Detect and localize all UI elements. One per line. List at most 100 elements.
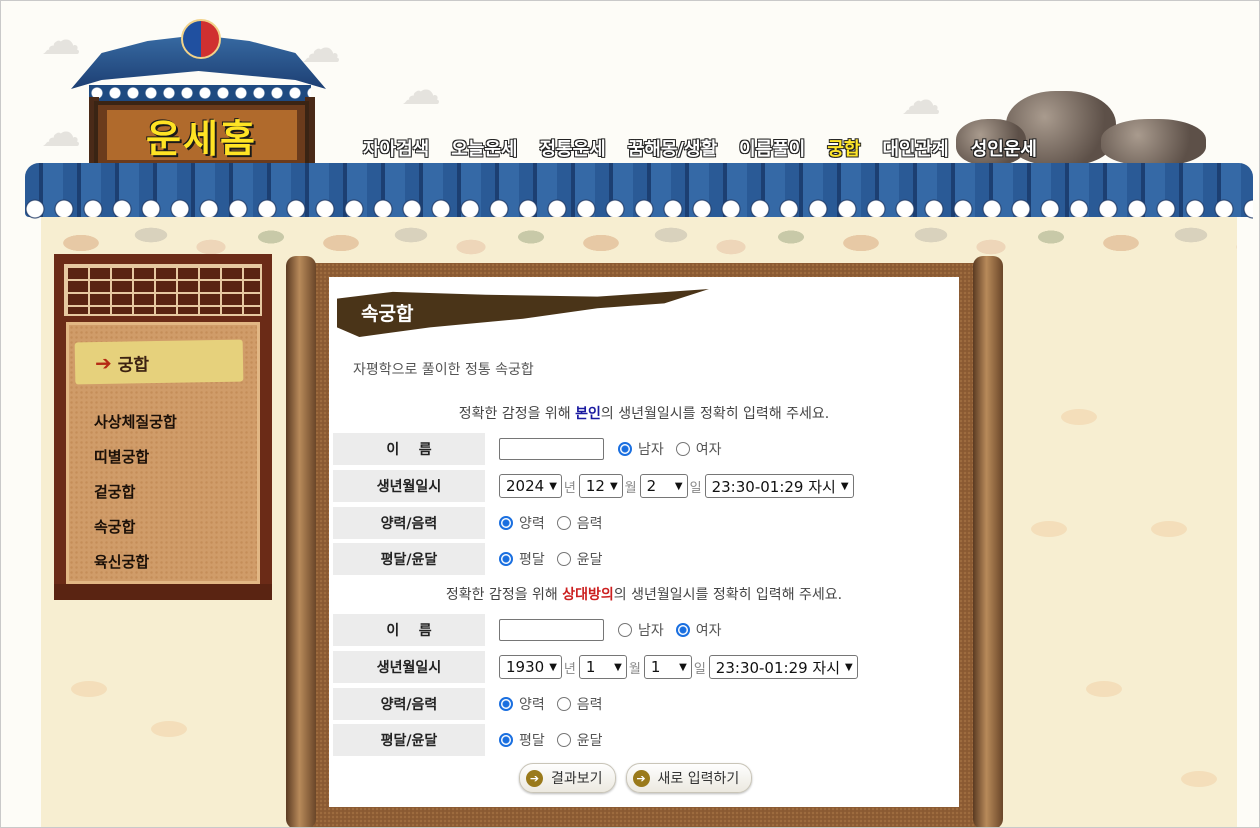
partner-lunar-option[interactable]: 음력 xyxy=(556,694,603,714)
self-birth-row: 생년월일시 2024 ▼ 년 12 ▼ 월 2 ▼ 일 23:30-01:29 자시 ▼ xyxy=(333,470,959,502)
option-label: 평달 xyxy=(519,733,545,749)
sidebar-title: 궁합 xyxy=(117,354,150,376)
page-frame: ☁ ☁ ☁ ☁ ☁ 운세홈 자아검색 오늘운세 정통운세 꿈해몽/생활 이름풀이… xyxy=(0,0,1260,828)
radio-button[interactable] xyxy=(556,733,571,747)
cloud-decoration: ☁ xyxy=(301,26,341,72)
radio-button[interactable] xyxy=(675,623,690,637)
wall-spot xyxy=(1061,409,1097,425)
reset-button[interactable]: ➔ 새로 입력하기 xyxy=(625,763,753,793)
nav-item-compatibility[interactable]: 궁합 xyxy=(827,135,860,161)
chevron-down-icon: ▼ xyxy=(549,661,557,673)
day-unit: 일 xyxy=(693,661,706,677)
arrow-right-icon: ➔ xyxy=(632,769,650,787)
select-value: 1 xyxy=(585,658,596,676)
nav-item-name[interactable]: 이름풀이 xyxy=(739,135,805,161)
option-label: 여자 xyxy=(695,623,722,639)
option-label: 남자 xyxy=(638,442,664,458)
nav-item-dream[interactable]: 꿈해몽/생활 xyxy=(628,135,717,161)
wall-spot xyxy=(1151,521,1187,537)
option-label: 평달 xyxy=(519,552,545,568)
radio-button[interactable] xyxy=(499,552,513,566)
nav-item-adult[interactable]: 성인운세 xyxy=(971,135,1037,161)
option-label: 남자 xyxy=(638,623,664,639)
sidebar: ➔ 궁합 사상체질궁합 띠별궁합 겉궁합 속궁합 육신궁합 xyxy=(54,254,272,600)
sidebar-bottom xyxy=(54,584,272,600)
cloud-decoration: ☁ xyxy=(41,110,81,156)
arrow-right-icon: ➔ xyxy=(526,769,543,787)
notice-text: 정확한 감정을 위해 xyxy=(445,587,563,603)
partner-gender-male[interactable]: 남자 xyxy=(618,620,664,640)
month-unit: 월 xyxy=(624,480,637,496)
self-name-row: 이 름 남자 여자 xyxy=(333,433,959,465)
radio-button[interactable] xyxy=(675,442,690,456)
nav-item-traditional[interactable]: 정통운세 xyxy=(540,135,606,161)
sidebar-item-zodiac[interactable]: 띠별궁합 xyxy=(94,440,177,475)
wall-spot xyxy=(1086,681,1122,697)
self-hour-select[interactable]: 23:30-01:29 자시 ▼ xyxy=(704,474,854,498)
logo[interactable]: 운세홈 xyxy=(94,101,309,169)
notice-text: 의 생년월일시를 정확히 입력해 주세요. xyxy=(600,406,830,422)
radio-button[interactable] xyxy=(556,516,571,530)
self-normal-month-option[interactable]: 평달 xyxy=(499,549,545,569)
self-gender-female[interactable]: 여자 xyxy=(675,439,722,459)
nav-item-today[interactable]: 오늘운세 xyxy=(451,135,517,161)
self-lunar-option[interactable]: 음력 xyxy=(556,513,603,533)
year-unit: 년 xyxy=(563,480,576,496)
self-name-input[interactable] xyxy=(499,438,604,460)
roof-edge xyxy=(25,197,1253,219)
partner-gender-female[interactable]: 여자 xyxy=(675,620,722,640)
chevron-down-icon: ▼ xyxy=(845,661,853,673)
sidebar-header: ➔ 궁합 xyxy=(74,339,244,385)
radio-button[interactable] xyxy=(556,697,571,711)
self-solar-option[interactable]: 양력 xyxy=(499,513,545,533)
wall-spot xyxy=(71,681,107,697)
sidebar-item-inner[interactable]: 속궁합 xyxy=(88,510,177,545)
radio-button[interactable] xyxy=(499,516,513,530)
content-panel: 속궁합 자평학으로 풀이한 정통 속궁합 정확한 감정을 위해 본인의 생년월일… xyxy=(329,277,959,807)
partner-normal-month-option[interactable]: 평달 xyxy=(499,730,545,750)
self-month-select[interactable]: 12 ▼ xyxy=(578,474,623,498)
select-value: 23:30-01:29 자시 xyxy=(711,477,836,496)
birth-label: 생년월일시 xyxy=(333,470,485,502)
nav-item-self-search[interactable]: 자아검색 xyxy=(363,135,429,161)
sidebar-item-yuksin[interactable]: 육신궁합 xyxy=(94,545,177,580)
partner-solar-option[interactable]: 양력 xyxy=(499,694,545,714)
sidebar-item-outer[interactable]: 겉궁합 xyxy=(94,475,177,510)
radio-button[interactable] xyxy=(499,697,513,711)
partner-month-select[interactable]: 1 ▼ xyxy=(578,655,627,679)
option-label: 음력 xyxy=(576,516,603,532)
self-year-select[interactable]: 2024 ▼ xyxy=(499,474,562,498)
chevron-down-icon: ▼ xyxy=(609,480,618,492)
self-leap-row: 평달/윤달 평달 윤달 xyxy=(333,543,959,575)
partner-leap-month-option[interactable]: 윤달 xyxy=(556,730,603,750)
sidebar-item-label: 속궁합 xyxy=(94,518,136,536)
partner-day-select[interactable]: 1 ▼ xyxy=(643,655,692,679)
radio-button[interactable] xyxy=(499,733,513,747)
partner-notice: 정확한 감정을 위해 상대방의의 생년월일시를 정확히 입력해 주세요. xyxy=(329,584,959,604)
chevron-down-icon: ▼ xyxy=(674,480,683,492)
partner-year-select[interactable]: 1930 ▼ xyxy=(499,655,562,679)
radio-button[interactable] xyxy=(556,552,571,566)
cloud-decoration: ☁ xyxy=(41,18,81,64)
self-day-select[interactable]: 2 ▼ xyxy=(639,474,688,498)
partner-birth-row: 생년월일시 1930 ▼ 년 1 ▼ 월 1 ▼ 일 23:30-01:29 자시 ▼ xyxy=(333,651,959,683)
nav-item-relations[interactable]: 대인관계 xyxy=(883,135,949,161)
partner-hour-select[interactable]: 23:30-01:29 자시 ▼ xyxy=(708,655,858,679)
page-title: 속궁합 xyxy=(361,303,414,325)
name-label: 이 름 xyxy=(333,614,485,646)
sidebar-panel: ➔ 궁합 사상체질궁합 띠별궁합 겉궁합 속궁합 육신궁합 xyxy=(66,322,260,584)
partner-calendar-row: 양력/음력 양력 음력 xyxy=(333,688,959,720)
sidebar-item-constitution[interactable]: 사상체질궁합 xyxy=(94,405,177,440)
self-gender-male[interactable]: 남자 xyxy=(618,439,664,459)
partner-name-input[interactable] xyxy=(499,619,604,641)
radio-button[interactable] xyxy=(618,623,632,637)
sidebar-item-label: 육신궁합 xyxy=(94,553,150,571)
radio-button[interactable] xyxy=(618,442,632,456)
partner-leap-row: 평달/윤달 평달 윤달 xyxy=(333,724,959,756)
select-value: 1930 xyxy=(506,658,545,676)
notice-emphasis: 본인 xyxy=(575,406,601,422)
result-button[interactable]: ➔ 결과보기 xyxy=(519,763,616,793)
option-label: 여자 xyxy=(695,442,722,458)
sidebar-item-label: 겉궁합 xyxy=(94,483,136,501)
self-leap-month-option[interactable]: 윤달 xyxy=(556,549,603,569)
